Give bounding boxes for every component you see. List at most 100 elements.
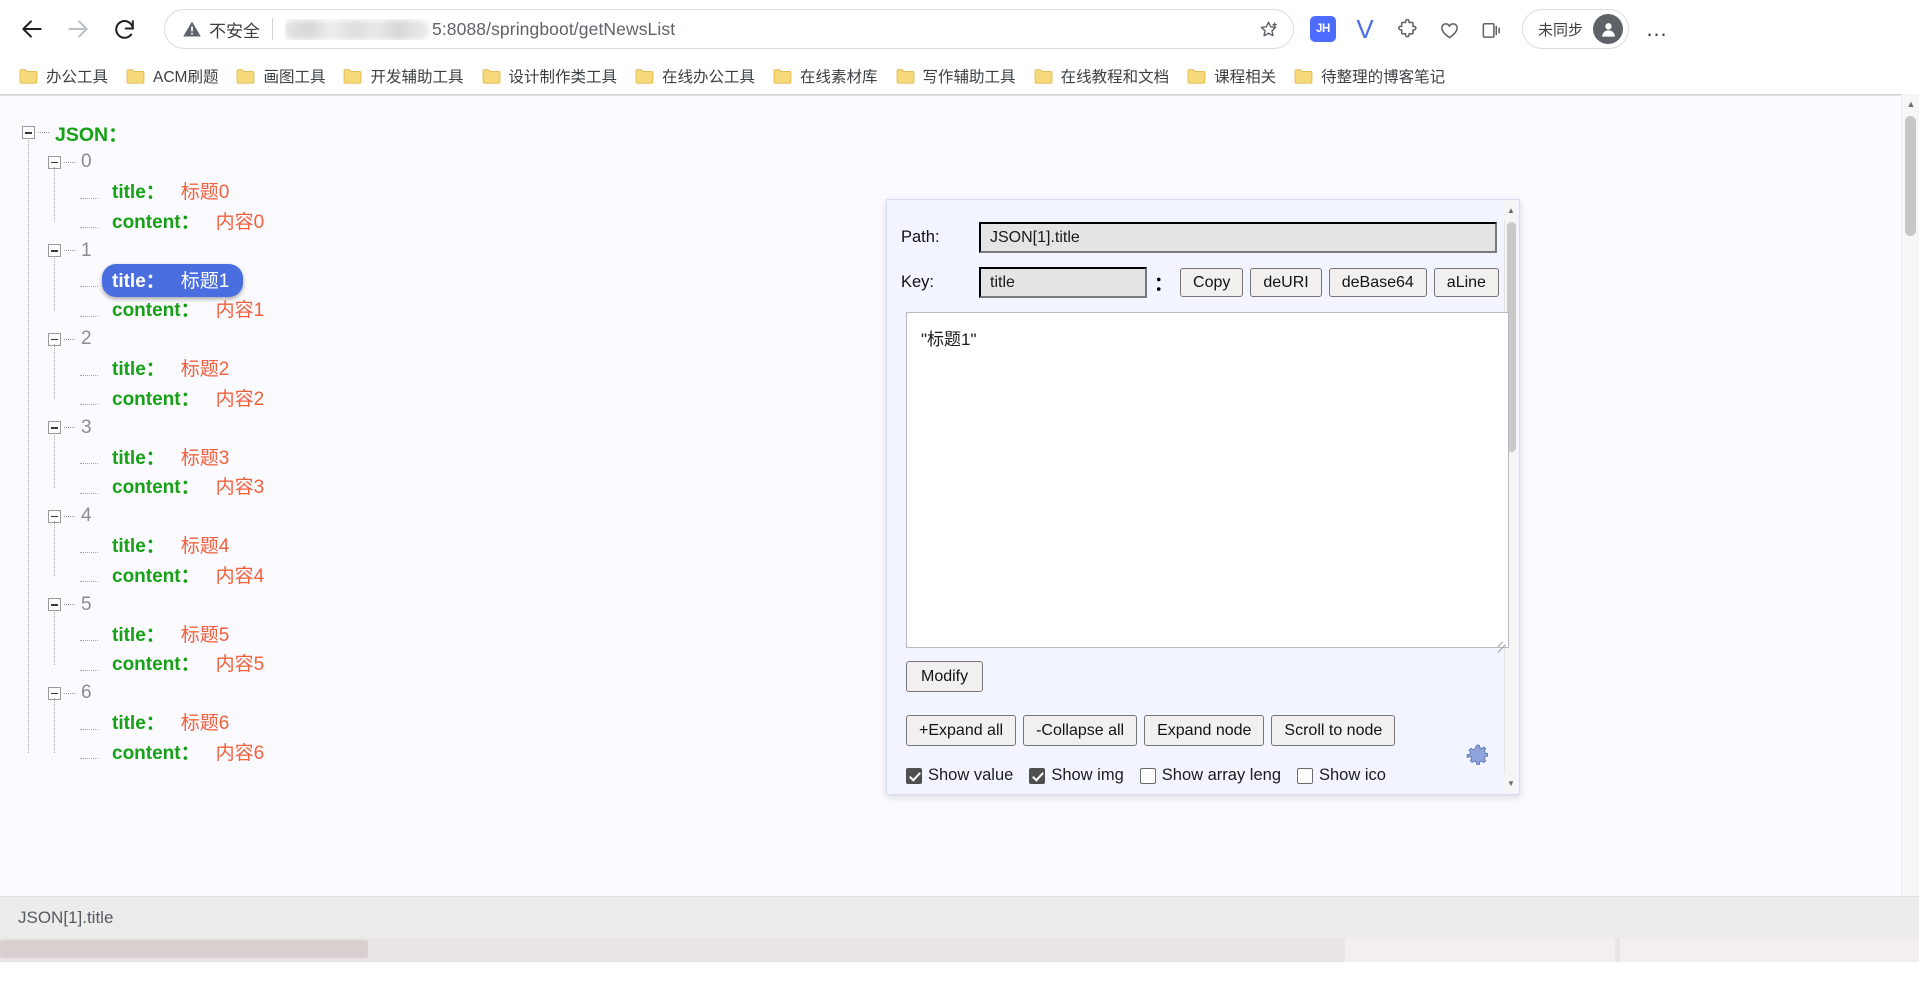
tree-item-row[interactable]: 4 bbox=[48, 502, 870, 532]
status-bar: JSON[1].title bbox=[0, 896, 1919, 938]
panel-scroll-down-icon[interactable]: ▼ bbox=[1504, 774, 1518, 793]
page-scrollbar-thumb[interactable] bbox=[1905, 116, 1916, 236]
checkbox-icon[interactable] bbox=[1297, 767, 1313, 784]
tree-content-pair[interactable]: content： 内容0 bbox=[102, 205, 278, 238]
tree-value-label: 内容2 bbox=[215, 388, 265, 410]
tree-item-row[interactable]: 2 bbox=[48, 325, 870, 355]
tree-item-row[interactable]: 6 bbox=[48, 679, 870, 709]
debase64-button[interactable]: deBase64 bbox=[1328, 268, 1427, 297]
page-scrollbar-horizontal[interactable] bbox=[0, 938, 1919, 962]
scroll-to-node-button[interactable]: Scroll to node bbox=[1271, 715, 1396, 746]
path-input[interactable]: JSON[1].title bbox=[979, 222, 1497, 253]
tree-item-row[interactable]: 3 bbox=[48, 413, 870, 443]
tree-content-pair[interactable]: content： 内容6 bbox=[102, 736, 278, 769]
hscrollbar-thumb[interactable] bbox=[0, 940, 368, 958]
tree-key-label: content： bbox=[112, 388, 200, 410]
tree-title-pair-selected[interactable]: title： 标题1 bbox=[102, 263, 244, 297]
tree-leaf-row[interactable]: title： 标题3 bbox=[74, 443, 870, 473]
tree-leaf-row[interactable]: title： 标题2 bbox=[74, 354, 870, 384]
show-array-leng-checkbox[interactable]: Show array leng bbox=[1139, 766, 1281, 785]
tree-content-pair[interactable]: content： 内容3 bbox=[102, 470, 278, 503]
bookmark-item[interactable]: 在线素材库 bbox=[764, 61, 887, 91]
bookmark-item[interactable]: ACM刷题 bbox=[117, 61, 227, 91]
tree-leaf-row[interactable]: title： 标题0 bbox=[74, 177, 870, 207]
copy-button[interactable]: Copy bbox=[1180, 268, 1244, 297]
tree-leaf-row[interactable]: title： 标题4 bbox=[74, 531, 870, 561]
gear-icon[interactable] bbox=[1465, 743, 1491, 774]
show-ico-checkbox[interactable]: Show ico bbox=[1297, 766, 1386, 785]
key-input[interactable]: title bbox=[979, 267, 1147, 298]
panel-content: Path: JSON[1].title Key: title ： Copy de… bbox=[887, 200, 1519, 794]
show-value-checkbox[interactable]: Show value bbox=[906, 766, 1013, 785]
tree-leaf-row[interactable]: content： 内容3 bbox=[74, 472, 870, 502]
node-actions-row: +Expand all -Collapse all Expand node Sc… bbox=[906, 715, 1497, 746]
tree-content-pair[interactable]: content： 内容4 bbox=[102, 559, 278, 592]
address-bar[interactable]: 不安全 5:8088/springboot/getNewsList bbox=[164, 9, 1294, 49]
textarea-resize-grip[interactable] bbox=[1494, 633, 1506, 653]
browser-menu-button[interactable]: … bbox=[1639, 11, 1675, 47]
aline-button[interactable]: aLine bbox=[1433, 268, 1499, 297]
modify-button[interactable]: Modify bbox=[906, 661, 984, 692]
tree-item-row[interactable]: 1 bbox=[48, 236, 870, 266]
tree-leaf-row[interactable]: content： 内容0 bbox=[74, 207, 870, 237]
checkbox-icon[interactable] bbox=[906, 767, 922, 784]
key-separator: ： bbox=[1154, 274, 1174, 295]
checkbox-icon[interactable] bbox=[1139, 767, 1156, 784]
bookmark-item[interactable]: 画图工具 bbox=[227, 61, 334, 91]
bookmark-item[interactable]: 设计制作类工具 bbox=[473, 61, 627, 91]
scroll-up-icon[interactable]: ▲ bbox=[1902, 94, 1919, 114]
show-img-checkbox[interactable]: Show img bbox=[1029, 766, 1124, 785]
tree-leaf-row[interactable]: content： 内容6 bbox=[74, 738, 870, 768]
tree-leaf-row[interactable]: content： 内容2 bbox=[74, 384, 870, 414]
expand-node-button[interactable]: Expand node bbox=[1144, 715, 1265, 746]
tree-title-pair[interactable]: title： 标题0 bbox=[102, 175, 243, 208]
tree-title-pair[interactable]: title： 标题4 bbox=[102, 529, 243, 562]
tree-leaf-row[interactable]: title： 标题5 bbox=[74, 620, 870, 650]
extension-v-icon[interactable]: V bbox=[1346, 10, 1384, 48]
back-button[interactable] bbox=[12, 9, 52, 49]
bookmark-item[interactable]: 课程相关 bbox=[1178, 61, 1285, 91]
tree-content-pair[interactable]: content： 内容2 bbox=[102, 382, 278, 415]
tree-leaf-row[interactable]: content： 内容5 bbox=[74, 649, 870, 679]
page-scrollbar-vertical[interactable]: ▲ ▼ bbox=[1901, 94, 1919, 962]
bookmark-item[interactable]: 写作辅助工具 bbox=[887, 61, 1025, 91]
url-text[interactable]: 5:8088/springboot/getNewsList bbox=[285, 19, 1252, 40]
tree-leaf-row[interactable]: content： 内容4 bbox=[74, 561, 870, 591]
deuri-button[interactable]: deURI bbox=[1250, 268, 1322, 297]
puzzle-extensions-icon[interactable] bbox=[1388, 10, 1426, 48]
reload-button[interactable] bbox=[104, 9, 144, 49]
tree-content-pair[interactable]: content： 内容1 bbox=[102, 293, 278, 326]
bookmark-star-icon[interactable] bbox=[1252, 13, 1284, 45]
security-status[interactable]: 不安全 bbox=[182, 17, 260, 42]
extension-jh-icon[interactable]: JH bbox=[1304, 10, 1342, 48]
bookmark-item[interactable]: 在线办公工具 bbox=[626, 61, 764, 91]
profile-button[interactable]: 未同步 bbox=[1522, 9, 1630, 49]
panel-scroll-up-icon[interactable]: ▲ bbox=[1504, 201, 1518, 220]
tree-connector bbox=[74, 745, 100, 760]
collapse-all-button[interactable]: -Collapse all bbox=[1023, 715, 1138, 746]
tree-item-row[interactable]: 5 bbox=[48, 590, 870, 620]
tree-leaf-row[interactable]: content： 内容1 bbox=[74, 295, 870, 325]
collections-heart-icon[interactable] bbox=[1430, 10, 1468, 48]
tree-content-pair[interactable]: content： 内容5 bbox=[102, 647, 278, 680]
bookmark-label: 设计制作类工具 bbox=[508, 69, 618, 86]
tree-title-pair[interactable]: title： 标题6 bbox=[102, 706, 243, 739]
tree-title-pair[interactable]: title： 标题5 bbox=[102, 618, 243, 651]
checkbox-icon[interactable] bbox=[1029, 767, 1046, 784]
tree-connector bbox=[64, 338, 75, 340]
bookmark-item[interactable]: 待整理的博客笔记 bbox=[1285, 61, 1454, 91]
tree-title-pair[interactable]: title： 标题2 bbox=[102, 352, 243, 385]
tree-root-row[interactable]: JSON： bbox=[22, 118, 870, 148]
forward-button[interactable] bbox=[58, 9, 98, 49]
tree-connector bbox=[64, 250, 75, 252]
value-textarea[interactable]: "标题1" bbox=[906, 312, 1509, 653]
tree-leaf-row[interactable]: title： 标题1 bbox=[74, 263, 870, 297]
tree-item-row[interactable]: 0 bbox=[48, 148, 870, 178]
tree-title-pair[interactable]: title： 标题3 bbox=[102, 441, 243, 474]
expand-all-button[interactable]: +Expand all bbox=[906, 715, 1017, 746]
tree-leaf-row[interactable]: title： 标题6 bbox=[74, 708, 870, 738]
bookmark-item[interactable]: 在线教程和文档 bbox=[1025, 61, 1179, 91]
bookmark-item[interactable]: 开发辅助工具 bbox=[334, 61, 472, 91]
collections-icon[interactable] bbox=[1472, 10, 1510, 48]
bookmark-item[interactable]: 办公工具 bbox=[10, 61, 117, 91]
